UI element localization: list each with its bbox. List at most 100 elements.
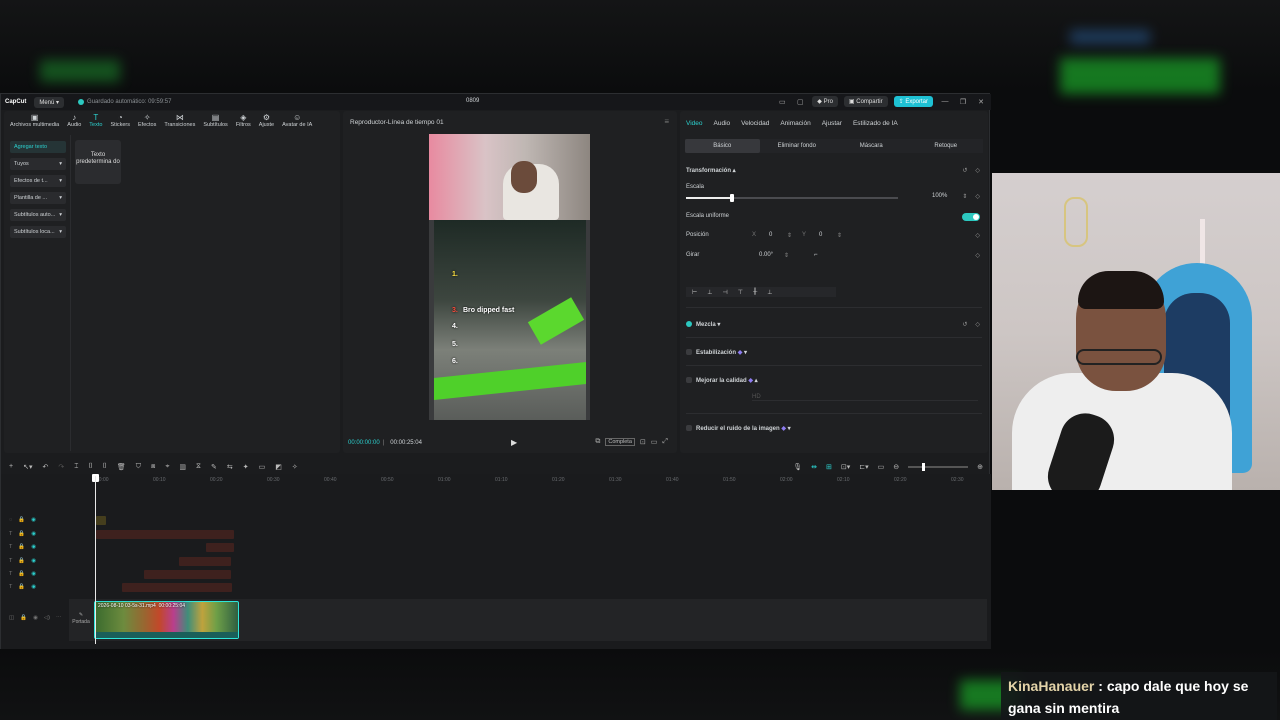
transform-header[interactable]: Transformación ▴ [686,167,736,174]
mix-keyframe-icon[interactable]: ◇ [975,321,980,328]
align-left-icon[interactable]: ⊢ [692,289,697,296]
align-middle-icon[interactable]: ╫ [753,289,757,295]
rotate-value[interactable]: 0.00° [759,252,773,258]
scale-value[interactable]: 100% [932,193,947,199]
split-right-icon[interactable]: ⌷ [103,463,107,471]
text-menu-item[interactable]: Tuyos ▾ [10,158,66,170]
pos-y-stepper-icon[interactable]: ⇕ [837,232,842,239]
mix-check-icon[interactable] [686,321,692,327]
rotate-stepper-icon[interactable]: ⇕ [784,252,789,259]
mic-icon[interactable]: 🎙 [793,463,802,471]
quality-select[interactable]: HD [752,394,978,401]
default-text-card[interactable]: Texto predetermina do [75,140,121,184]
flip-tool-icon[interactable]: ⇆ [227,463,233,471]
share-button[interactable]: ▣ Compartir [843,96,888,107]
stabilize-row[interactable]: Estabilización ◆ ▾ [686,349,747,356]
screen-icon[interactable]: ▢ [794,98,806,106]
subtab-2[interactable]: Máscara [834,139,909,153]
text-clip-4[interactable] [144,570,231,579]
tab-5[interactable]: Estilizado de IA [853,120,898,127]
eye-icon[interactable]: ◉ [31,584,36,590]
lock-icon[interactable]: 🔒 [18,558,25,564]
eye-icon[interactable]: ◉ [31,517,36,523]
main-audio-icon[interactable]: ◁) [44,615,50,621]
reset-icon[interactable]: ↺ [962,167,967,174]
stepper-icon[interactable]: ⇕ [962,193,967,200]
snap-icon[interactable]: ⊡▾ [841,463,850,471]
toolbar-avatar[interactable]: ☺ Avatar de IA [278,113,316,131]
delete-icon[interactable]: 🗑 [117,463,126,471]
text-menu-item[interactable]: Plantilla de ... ▾ [10,192,66,204]
screen-fit-icon[interactable]: ▭ [878,463,885,471]
menu-button[interactable]: Menú ▾ [34,96,65,108]
subtitle-tool-icon[interactable]: ▭ [259,463,266,471]
mirror-icon[interactable]: ⧖ [196,463,201,471]
lock-icon[interactable]: 🔒 [18,531,25,537]
text-clip-1[interactable] [96,530,234,539]
ratio-icon[interactable]: ▭ [651,438,658,446]
toolbar-text[interactable]: T Texto [85,113,106,131]
fullscreen-icon[interactable]: ⤢ [662,438,668,446]
toolbar-stickers[interactable]: ◔ Stickers [106,113,134,131]
eye-icon[interactable]: ◉ [31,531,36,537]
toolbar-adjust[interactable]: ⚙ Ajuste [255,113,278,131]
redo-icon[interactable]: ↷ [58,463,64,471]
zoom-in-icon[interactable]: ⊕ [977,463,983,471]
link-icon[interactable]: ⇹ [811,463,817,471]
video-clip[interactable]: 2026-08-10 03-5s-31.mp4 00:00:25:04 [94,601,239,639]
zoom-slider[interactable] [908,463,969,471]
freeze-icon[interactable]: ▥ [179,463,186,471]
eye-icon[interactable]: ◉ [31,558,36,564]
quality-check-icon[interactable] [686,377,692,383]
uniform-scale-toggle[interactable] [962,213,980,221]
denoise-row[interactable]: Reducir el ruido de la imagen ◆ ▾ [686,425,791,432]
zoom-icon[interactable]: ⊡ [640,438,646,446]
toolbar-filters[interactable]: ◈ Filtros [232,113,255,131]
text-clip-5[interactable] [122,583,232,592]
crop-icon[interactable]: ⧉ [595,438,600,446]
main-eye-icon[interactable]: ◉ [33,615,38,621]
align-center-icon[interactable]: ⊥ [707,289,712,296]
minimize-icon[interactable]: — [939,98,951,105]
subtab-3[interactable]: Retoque [909,139,984,153]
pen-icon[interactable]: ✎ [211,463,217,471]
auto-reframe-icon[interactable]: ⌖ [165,463,169,471]
text-menu-item[interactable]: Efectos de t... ▾ [10,175,66,187]
denoise-check-icon[interactable] [686,425,692,431]
align-top-icon[interactable]: ⊤ [738,289,743,296]
lock-icon[interactable]: 🔒 [18,517,25,523]
text-menu-item[interactable]: Subtítulos loca... ▾ [10,226,66,238]
zoom-out-icon[interactable]: ⊖ [893,463,899,471]
shield-icon[interactable]: ⛉ [136,463,141,471]
toolbar-effects[interactable]: ✧ Efectos [134,113,160,131]
video-preview[interactable]: 1. 3. Bro dipped fast 4. 5. 6. [429,134,590,420]
toolbar-transitions[interactable]: ⋈ Transiciones [160,113,199,131]
text-clip-2[interactable] [206,543,234,552]
align-bottom-icon[interactable]: ⊥ [767,289,772,296]
mask-tool-icon[interactable]: ◩ [275,463,282,471]
align-right-icon[interactable]: ⊣ [722,289,727,296]
cover-button[interactable]: ✎ Portada [71,605,91,635]
tab-0[interactable]: Video [686,120,703,127]
lock-icon[interactable]: 🔒 [18,544,25,550]
lock-icon[interactable]: 🔒 [18,584,25,590]
split-icon[interactable]: ⌶ [74,463,78,471]
select-tool-icon[interactable]: ↖▾ [23,463,32,471]
mix-reset-icon[interactable]: ↺ [962,321,967,328]
crop-tool-icon[interactable]: ⧈ [151,463,155,471]
menu-icon[interactable]: ≡ [664,117,669,126]
scale-slider[interactable] [686,194,898,202]
pro-button[interactable]: ◆ Pro [812,96,838,107]
pos-x-value[interactable]: 0 [769,232,772,238]
complete-button[interactable]: Completa [605,438,635,446]
tab-4[interactable]: Ajustar [822,120,842,127]
layout-icon[interactable]: ▭ [776,98,788,106]
magnet-icon[interactable]: ⊞ [826,463,832,471]
stabilize-check-icon[interactable] [686,349,692,355]
rotate-keyframe-icon[interactable]: ◇ [975,252,980,259]
magic-icon[interactable]: ✦ [243,463,249,471]
tab-1[interactable]: Audio [714,120,731,127]
subtab-1[interactable]: Eliminar fondo [760,139,835,153]
undo-icon[interactable]: ↶ [42,463,48,471]
scale-keyframe-icon[interactable]: ◇ [975,193,980,200]
